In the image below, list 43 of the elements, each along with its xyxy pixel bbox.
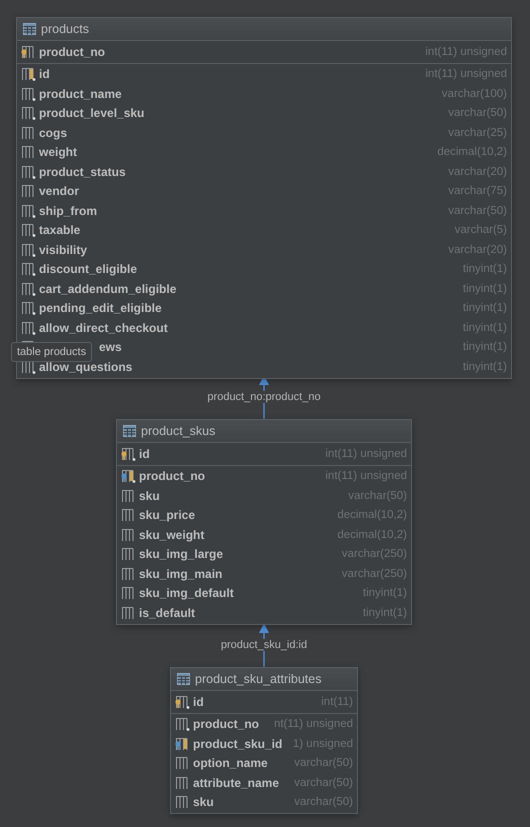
column-name: sku_img_default	[139, 586, 234, 600]
column-name: visibility	[39, 242, 88, 257]
column-name: ews	[99, 340, 122, 354]
column-name: option_name	[193, 756, 268, 770]
column-name: sku_img_main	[139, 566, 222, 581]
column-name: id	[193, 694, 204, 709]
table-icon	[177, 673, 190, 685]
column-name: sku	[139, 488, 160, 503]
column-name: allow_direct_checkout	[39, 320, 168, 335]
column-name: id	[39, 67, 50, 82]
column-name: pending_edit_eligible	[39, 301, 162, 316]
column-name: ship_from	[39, 204, 98, 218]
column-name: attribute_name	[193, 776, 280, 790]
table-name: products	[41, 22, 89, 36]
column-name: cogs	[39, 126, 68, 140]
column-name: vendor	[39, 184, 80, 198]
column-name: product_no	[193, 717, 259, 732]
column-name: sku_img_large	[139, 547, 224, 562]
column-name: sku_price	[139, 508, 196, 522]
column-name: product_sku_id	[193, 736, 282, 751]
column-name: sku	[193, 795, 214, 810]
table-name: product_skus	[141, 424, 216, 438]
column-name: product_level_sku	[39, 106, 144, 120]
column-name: taxable	[39, 223, 80, 238]
tooltip: table products	[11, 342, 92, 362]
column-name: product_no	[139, 469, 205, 484]
relation-label: product_no:product_no	[206, 391, 322, 403]
column-name: weight	[39, 145, 77, 160]
relation-label: product_sku_id:id	[220, 639, 308, 651]
column-name: id	[139, 446, 150, 461]
table-icon	[23, 23, 36, 35]
column-name: product_no	[39, 44, 105, 59]
table-node[interactable]	[116, 419, 412, 624]
column-name: cart_addendum_eligible	[39, 282, 176, 296]
column-name: allow_questions	[39, 360, 132, 374]
column-name: product_status	[39, 164, 126, 179]
table-node[interactable]	[16, 17, 512, 378]
table-icon	[123, 425, 136, 437]
column-name: is_default	[139, 606, 196, 620]
column-name: product_name	[39, 86, 122, 101]
table-name: product_sku_attributes	[195, 672, 322, 686]
column-name: discount_eligible	[39, 262, 138, 276]
column-name: sku_weight	[139, 528, 204, 542]
